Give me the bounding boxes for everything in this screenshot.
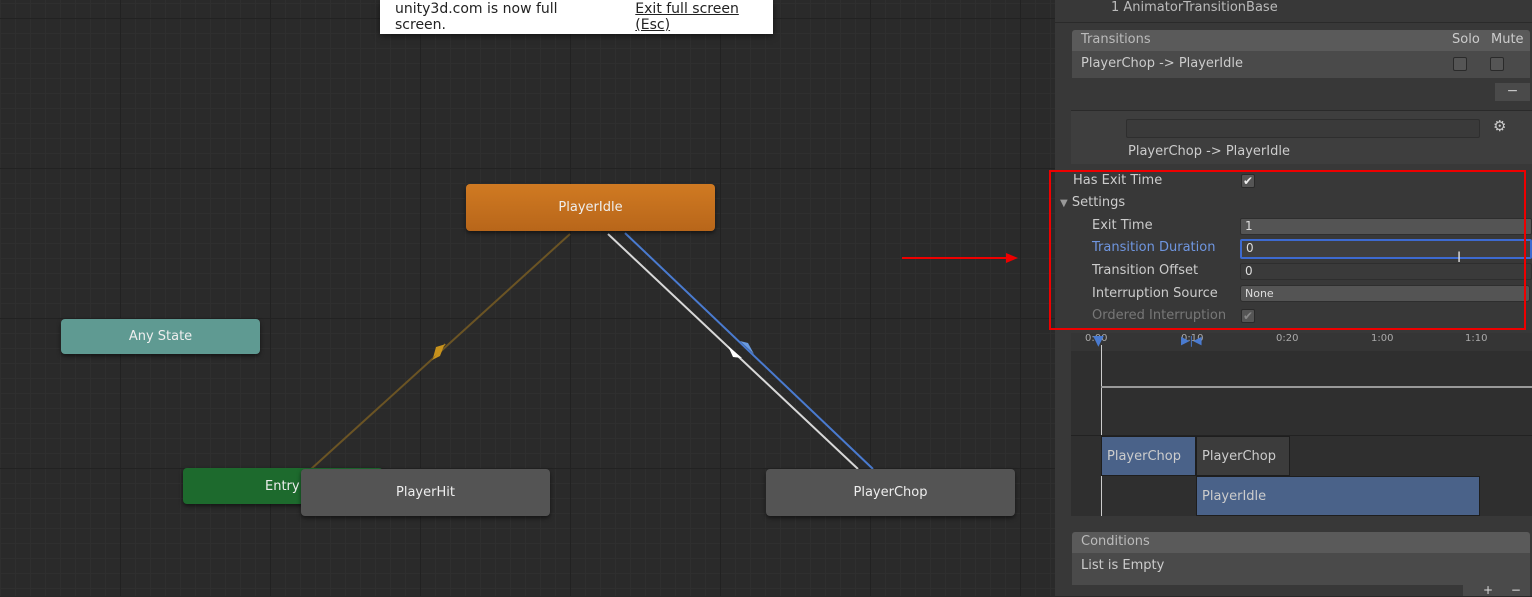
fullscreen-message: unity3d.com is now full screen. xyxy=(395,1,558,33)
node-label: PlayerHit xyxy=(396,485,455,500)
conditions-header: Conditions xyxy=(1072,532,1530,553)
inspector-panel: 1 AnimatorTransitionBase Transitions Sol… xyxy=(1049,0,1532,597)
remove-condition-button[interactable]: − xyxy=(1511,583,1521,597)
playhead-marker-icon[interactable]: ▼ xyxy=(1093,333,1104,349)
node-label: PlayerChop xyxy=(853,485,928,500)
mute-label: Mute xyxy=(1491,32,1524,47)
solo-label: Solo xyxy=(1452,32,1480,47)
conditions-footer: + − xyxy=(1463,583,1530,597)
mute-checkbox[interactable] xyxy=(1490,57,1504,71)
solo-checkbox[interactable] xyxy=(1453,57,1467,71)
conditions-label: Conditions xyxy=(1081,534,1150,549)
clip-destination[interactable]: PlayerIdle xyxy=(1196,476,1480,516)
transition-subtitle: PlayerChop -> PlayerIdle xyxy=(1128,144,1290,159)
fullscreen-notice: unity3d.com is now full screen. Exit ful… xyxy=(380,0,773,34)
transition-item-label: PlayerChop -> PlayerIdle xyxy=(1081,56,1243,71)
transition-marker-icon[interactable]: ▶|◀ xyxy=(1181,334,1202,347)
arrow-icon xyxy=(1006,253,1018,263)
clip-source-continued[interactable]: PlayerChop xyxy=(1196,436,1290,476)
clip-label: PlayerChop xyxy=(1107,448,1181,464)
conditions-empty-label: List is Empty xyxy=(1081,558,1165,573)
clip-source[interactable]: PlayerChop xyxy=(1101,436,1196,476)
highlight-box xyxy=(1049,170,1526,330)
transitions-header: Transitions Solo Mute xyxy=(1072,30,1530,51)
tick-label: 0:20 xyxy=(1276,333,1299,344)
tick-label: 1:10 xyxy=(1465,333,1488,344)
minus-icon: − xyxy=(1506,83,1519,99)
transitions-label: Transitions xyxy=(1081,32,1151,47)
state-player-hit[interactable]: PlayerHit xyxy=(301,469,550,516)
exit-fullscreen-link[interactable]: Exit full screen (Esc) xyxy=(635,1,773,33)
playhead-line xyxy=(1101,345,1102,516)
add-condition-button[interactable]: + xyxy=(1483,583,1493,597)
transition-name-section: ⚙ PlayerChop -> PlayerIdle xyxy=(1071,110,1532,164)
clip-label: PlayerIdle xyxy=(1202,488,1267,504)
node-label: Entry xyxy=(265,478,300,494)
conditions-list: List is Empty xyxy=(1072,553,1530,585)
state-any-state[interactable]: Any State xyxy=(61,319,260,354)
transition-list-item[interactable]: PlayerChop -> PlayerIdle xyxy=(1072,51,1530,78)
tick-label: 1:00 xyxy=(1371,333,1394,344)
transition-chop-idle-selected[interactable] xyxy=(624,232,874,470)
clip-label: PlayerChop xyxy=(1202,448,1276,464)
transition-name-field[interactable] xyxy=(1126,119,1480,138)
remove-transition-button[interactable]: − xyxy=(1495,83,1530,101)
arrow-icon xyxy=(728,346,742,358)
node-label: Any State xyxy=(128,329,193,344)
divider xyxy=(1055,22,1532,23)
animator-graph[interactable]: PlayerIdle Any State Entry PlayerHit Pla… xyxy=(0,0,1055,596)
node-label: PlayerIdle xyxy=(558,200,623,215)
timeline-ruler: 0:00 0:10 0:20 1:00 1:10 xyxy=(1071,333,1532,351)
state-player-idle[interactable]: PlayerIdle xyxy=(466,184,715,231)
transition-timeline[interactable]: 0:00 0:10 0:20 1:00 1:10 ▼ ▶|◀ PlayerCho… xyxy=(1071,333,1532,516)
arrow-icon xyxy=(740,341,754,354)
inspector-title: 1 AnimatorTransitionBase xyxy=(1111,0,1278,15)
gear-icon[interactable]: ⚙ xyxy=(1493,117,1506,135)
state-player-chop[interactable]: PlayerChop xyxy=(766,469,1015,516)
weight-curve xyxy=(1101,386,1532,388)
